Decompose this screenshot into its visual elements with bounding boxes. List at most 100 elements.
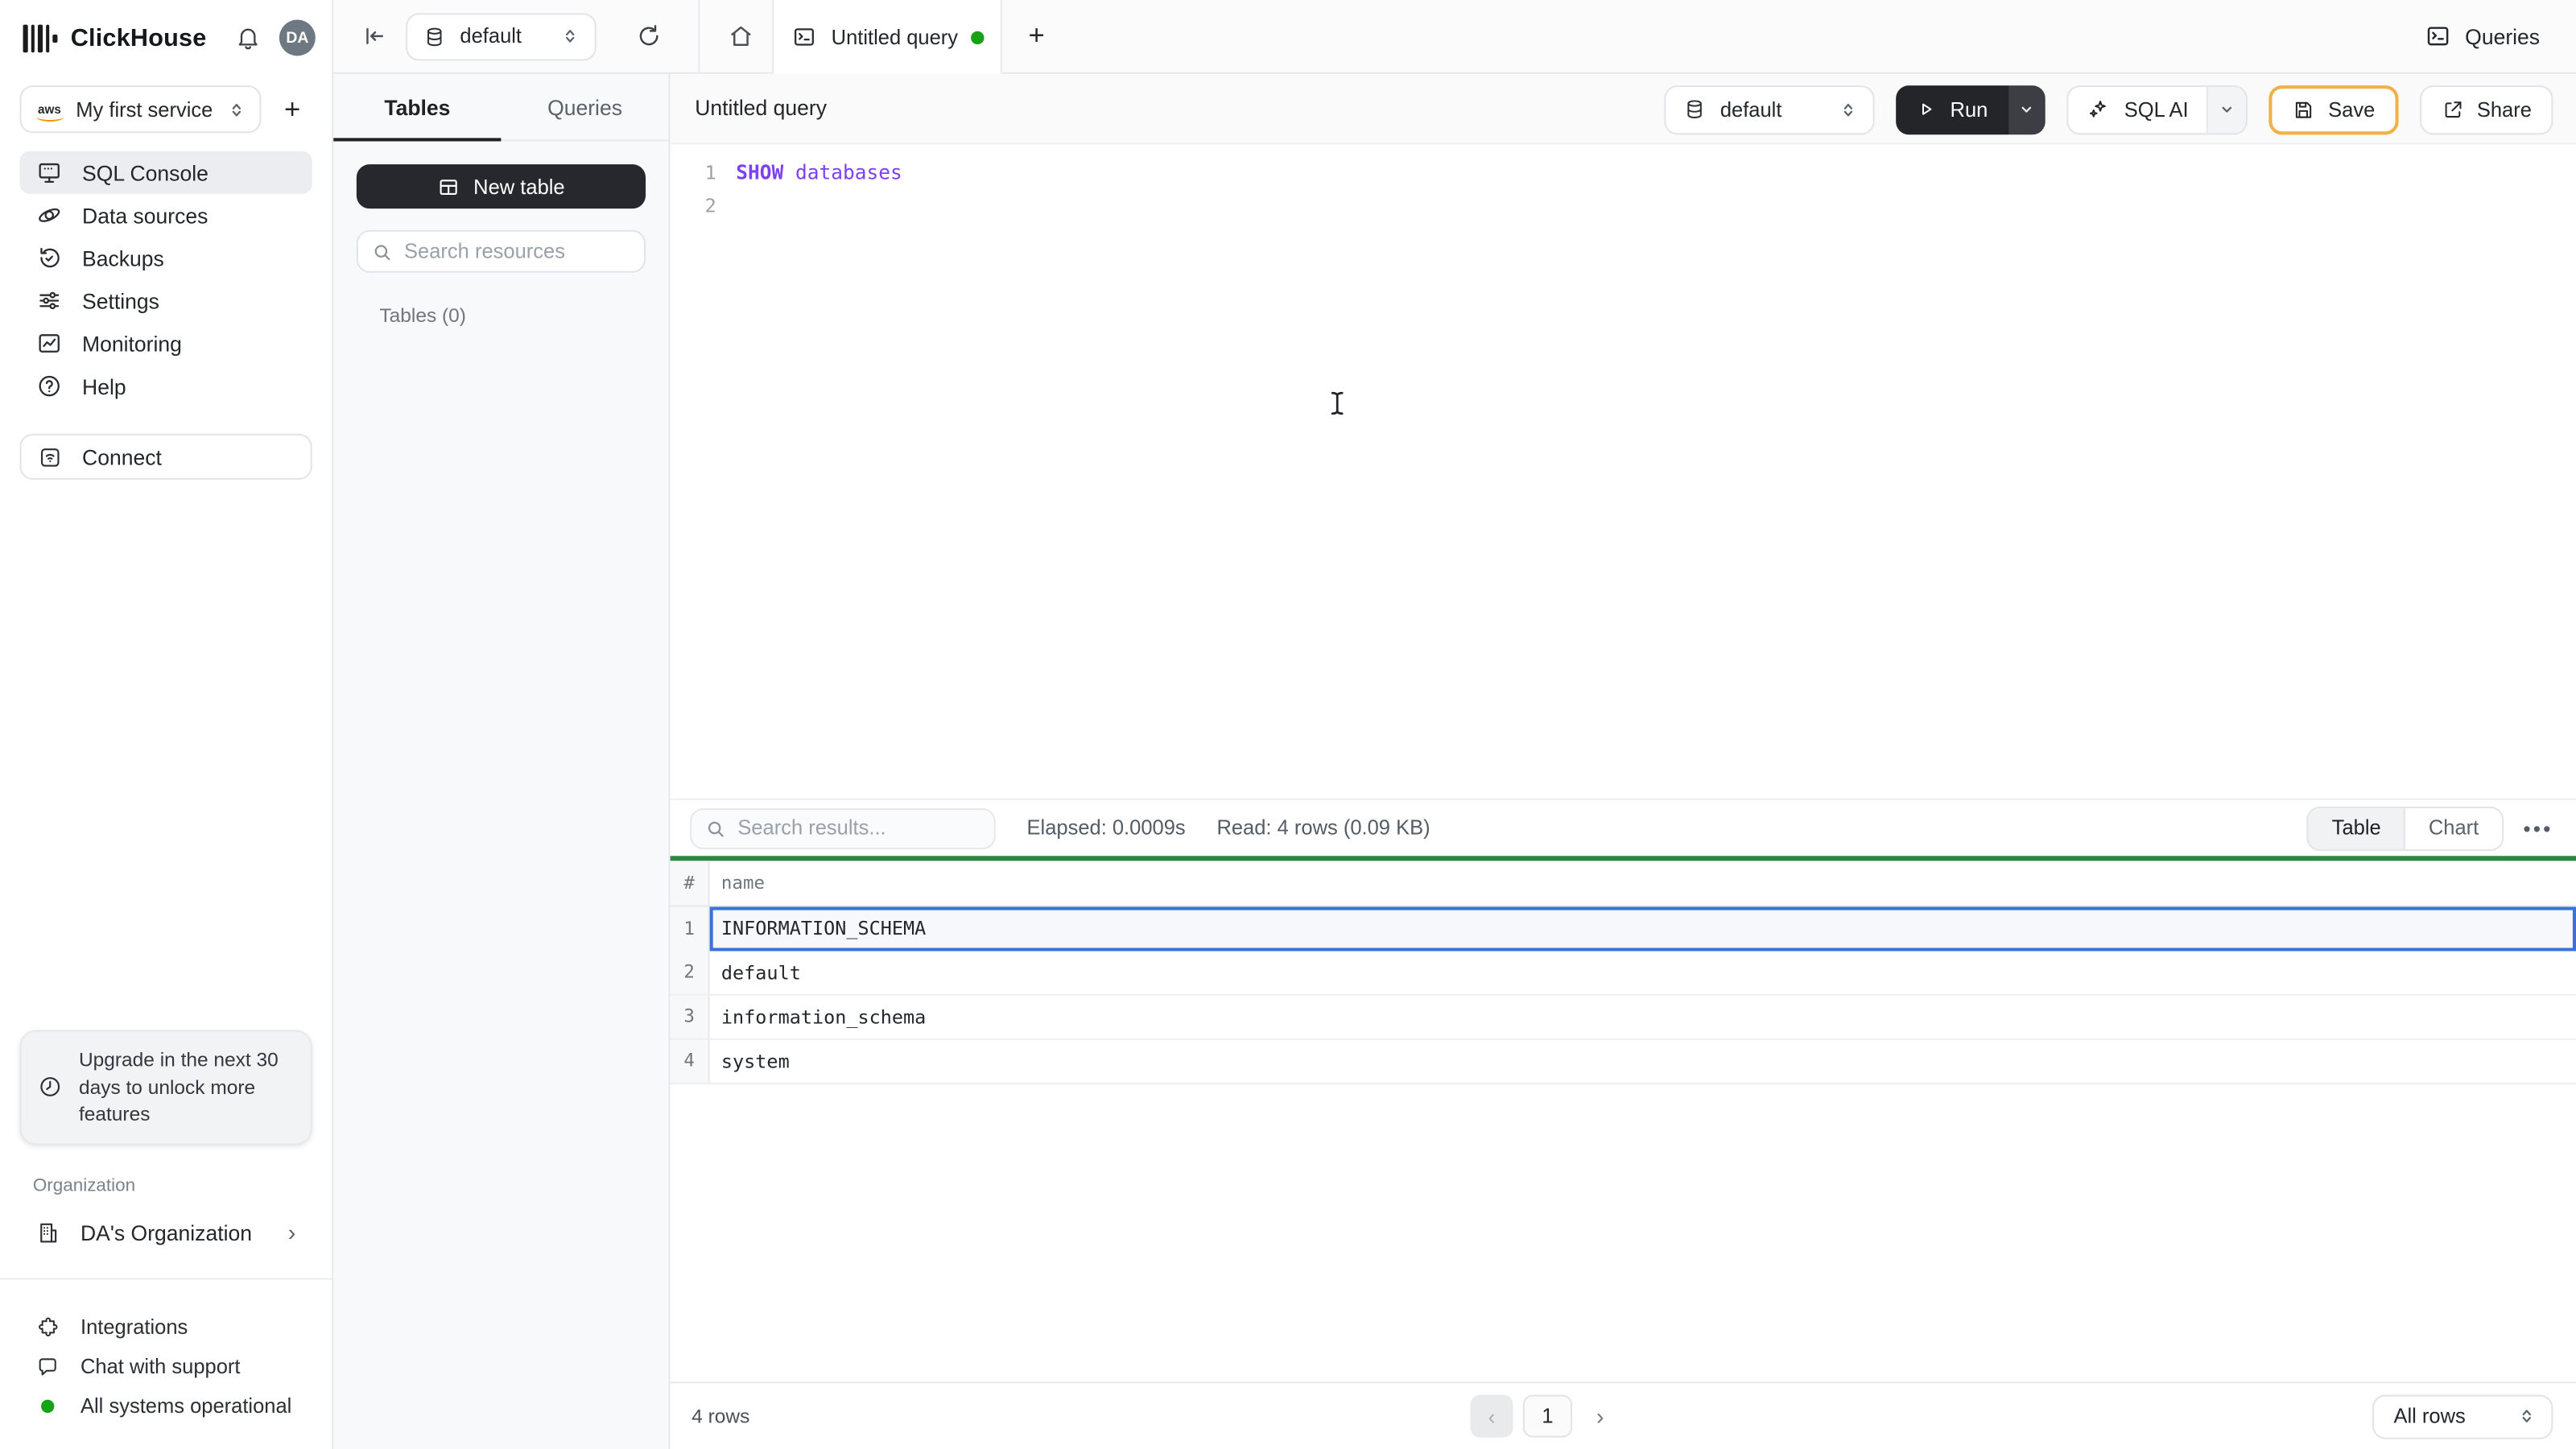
queries-button[interactable]: Queries bbox=[2425, 0, 2540, 72]
database-icon bbox=[1684, 98, 1706, 120]
status-label: All systems operational bbox=[80, 1394, 292, 1418]
sql-ai-button-group: SQL AI bbox=[2066, 85, 2248, 134]
run-button-group: Run bbox=[1896, 85, 2046, 134]
prev-page-button[interactable]: ‹ bbox=[1470, 1394, 1513, 1438]
add-service-button[interactable]: + bbox=[284, 93, 300, 126]
cell-name-value[interactable]: default bbox=[710, 951, 2576, 993]
editor-line: 2 bbox=[671, 189, 2576, 222]
sidebar-item-data-sources[interactable]: Data sources bbox=[19, 194, 312, 237]
table-row[interactable]: 4 system bbox=[670, 1038, 2576, 1084]
upgrade-text: Upgrade in the next 30 days to unlock mo… bbox=[78, 1048, 279, 1125]
more-options-icon[interactable]: ••• bbox=[2523, 817, 2553, 839]
cell-name-value[interactable]: INFORMATION_SCHEMA bbox=[709, 906, 2576, 951]
tab-queries[interactable]: Queries bbox=[501, 74, 668, 140]
service-selector[interactable]: aws My first service bbox=[19, 85, 262, 134]
sidebar-item-help[interactable]: Help bbox=[19, 365, 312, 407]
sidebar-item-sql-console[interactable]: SQL Console bbox=[19, 151, 312, 194]
tab-untitled-query[interactable]: Untitled query bbox=[772, 0, 1002, 74]
connect-icon bbox=[38, 444, 63, 469]
row-count-label: 4 rows bbox=[691, 1404, 750, 1428]
table-row[interactable]: 1 INFORMATION_SCHEMA bbox=[670, 906, 2576, 951]
chevron-right-icon: › bbox=[287, 1219, 296, 1245]
search-results-input[interactable] bbox=[737, 816, 981, 840]
sidebar-item-label: SQL Console bbox=[82, 159, 208, 185]
search-resources-input[interactable] bbox=[404, 239, 631, 263]
sidebar-item-settings[interactable]: Settings bbox=[19, 279, 312, 322]
table-row[interactable]: 3 information_schema bbox=[670, 994, 2576, 1039]
save-label: Save bbox=[2328, 97, 2376, 121]
new-tab-button[interactable]: + bbox=[1029, 0, 1045, 72]
search-icon bbox=[371, 241, 393, 262]
table-row[interactable]: 2 default bbox=[670, 950, 2576, 995]
run-button[interactable]: Run bbox=[1896, 85, 2009, 134]
notifications-bell-icon[interactable] bbox=[235, 25, 262, 52]
clickhouse-logo-icon bbox=[23, 23, 58, 53]
chat-bubble-icon bbox=[36, 1356, 60, 1379]
organization-name: DA's Organization bbox=[80, 1220, 253, 1245]
sidebar-divider bbox=[0, 1278, 332, 1280]
query-title[interactable]: Untitled query bbox=[695, 95, 827, 120]
brand-name: ClickHouse bbox=[70, 23, 207, 52]
search-results-box bbox=[690, 807, 996, 849]
save-button[interactable]: Save bbox=[2268, 85, 2398, 134]
settings-sliders-icon bbox=[36, 287, 63, 314]
page-size-selector[interactable]: All rows bbox=[2372, 1393, 2553, 1439]
upgrade-notice[interactable]: Upgrade in the next 30 days to unlock mo… bbox=[19, 1030, 312, 1145]
sql-editor[interactable]: 1 SHOW databases 2 bbox=[670, 144, 2576, 799]
read-stat: Read: 4 rows (0.09 KB) bbox=[1216, 816, 1430, 840]
pagination: ‹ 1 › bbox=[1470, 1394, 1619, 1438]
sql-ai-label: SQL AI bbox=[2124, 97, 2189, 121]
topbar-database-selector[interactable]: default bbox=[406, 12, 597, 60]
sidebar: ClickHouse DA aws My first service + SQL… bbox=[0, 0, 334, 1449]
clock-icon bbox=[38, 1075, 63, 1100]
query-header: Untitled query default Run SQL AI Save S… bbox=[670, 73, 2576, 145]
queries-label: Queries bbox=[2465, 23, 2541, 49]
chat-support-link[interactable]: Chat with support bbox=[19, 1347, 312, 1386]
toggle-chart[interactable]: Chart bbox=[2405, 807, 2502, 848]
topbar: default Untitled query + Queries bbox=[333, 0, 2576, 74]
system-status-link[interactable]: All systems operational bbox=[19, 1386, 312, 1426]
new-table-button[interactable]: New table bbox=[356, 164, 646, 209]
results-toolbar: Elapsed: 0.0009s Read: 4 rows (0.09 KB) … bbox=[670, 798, 2576, 857]
sidebar-item-label: Settings bbox=[82, 288, 159, 313]
save-icon bbox=[2292, 97, 2315, 121]
brand-row: ClickHouse DA bbox=[23, 16, 316, 59]
resource-explorer: Tables Queries New table Tables (0) bbox=[333, 73, 671, 1449]
organization-row[interactable]: DA's Organization › bbox=[19, 1211, 312, 1253]
sidebar-item-backups[interactable]: Backups bbox=[19, 237, 312, 279]
search-resources-box bbox=[356, 229, 646, 273]
sql-ai-button[interactable]: SQL AI bbox=[2068, 86, 2207, 132]
line-number: 2 bbox=[704, 193, 716, 217]
tab-tables[interactable]: Tables bbox=[333, 74, 502, 142]
terminal-icon bbox=[2425, 23, 2452, 50]
avatar[interactable]: DA bbox=[279, 19, 316, 56]
collapse-panel-icon[interactable] bbox=[361, 0, 388, 72]
table-grid-icon bbox=[437, 175, 460, 198]
unsaved-dot-icon bbox=[971, 30, 985, 44]
integrations-link[interactable]: Integrations bbox=[19, 1307, 312, 1347]
data-sources-icon bbox=[36, 202, 63, 229]
query-actions: default Run SQL AI Save Share bbox=[1664, 85, 2553, 134]
share-button[interactable]: Share bbox=[2419, 85, 2553, 134]
query-database-selector[interactable]: default bbox=[1664, 85, 1875, 134]
service-name: My first service bbox=[76, 97, 213, 121]
next-page-button[interactable]: › bbox=[1582, 1395, 1618, 1438]
puzzle-icon bbox=[36, 1316, 60, 1340]
connect-button[interactable]: Connect bbox=[19, 433, 312, 480]
page-number-button[interactable]: 1 bbox=[1522, 1394, 1573, 1438]
run-options-caret[interactable] bbox=[2008, 85, 2046, 134]
code-text: SHOW databases bbox=[736, 160, 902, 184]
cell-name-value[interactable]: information_schema bbox=[710, 995, 2576, 1038]
clickhouse-console: ClickHouse DA aws My first service + SQL… bbox=[0, 0, 2576, 1449]
monitoring-chart-icon bbox=[36, 330, 63, 357]
sidebar-item-monitoring[interactable]: Monitoring bbox=[19, 322, 312, 365]
refresh-icon[interactable] bbox=[636, 0, 663, 72]
table-header-row: # name bbox=[670, 860, 2576, 906]
play-icon bbox=[1916, 98, 1938, 120]
home-icon[interactable] bbox=[728, 0, 754, 72]
sql-ai-caret[interactable] bbox=[2207, 86, 2247, 133]
text-cursor bbox=[1329, 391, 1345, 416]
cell-name-value[interactable]: system bbox=[710, 1039, 2576, 1082]
toggle-table[interactable]: Table bbox=[2309, 807, 2406, 849]
editor-line: 1 SHOW databases bbox=[671, 156, 2576, 189]
